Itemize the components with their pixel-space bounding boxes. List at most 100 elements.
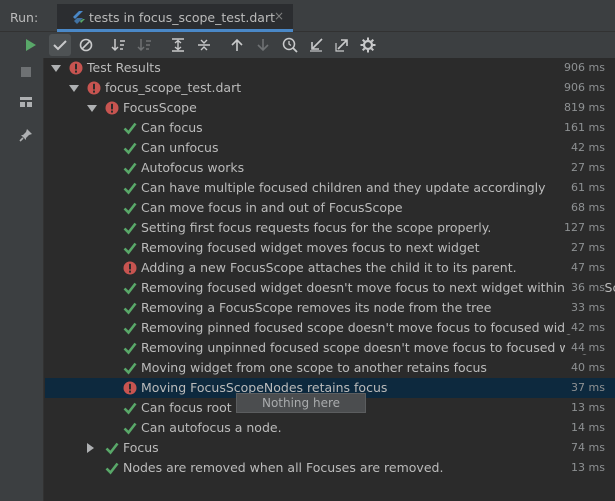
next-failed-button[interactable]	[252, 34, 274, 56]
tree-row[interactable]: Can move focus in and out of FocusScope 6…	[45, 198, 615, 218]
tree-row-label: Moving widget from one scope to another …	[141, 360, 487, 375]
close-icon[interactable]: ×	[274, 9, 284, 23]
passed-check-icon	[123, 161, 137, 175]
tree-row[interactable]: Moving widget from one scope to another …	[45, 358, 615, 378]
passed-check-icon	[123, 281, 137, 295]
tree-row-label: Can autofocus a node.	[141, 420, 282, 435]
tree-row-label: Adding a new FocusScope attaches the chi…	[141, 260, 517, 275]
tree-row-duration: 37 ms	[565, 381, 605, 394]
tree-row[interactable]: focus_scope_test.dart 906 ms	[45, 78, 615, 98]
tree-row[interactable]: Can have multiple focused children and t…	[45, 178, 615, 198]
tree-row-duration: 13 ms	[565, 401, 605, 414]
tree-row-duration: 47 ms	[565, 261, 605, 274]
settings-icon	[360, 37, 376, 53]
next-failed-icon	[257, 39, 269, 52]
tree-row[interactable]: Removing pinned focused scope doesn't mo…	[45, 318, 615, 338]
tree-row-label: Removing focused widget doesn't move foc…	[141, 280, 615, 295]
layout-button[interactable]	[16, 92, 36, 112]
tree-row[interactable]: Removing focused widget moves focus to n…	[45, 238, 615, 258]
tree-row-duration: 44 ms	[565, 341, 605, 354]
export-tests-icon	[335, 39, 348, 52]
tree-row[interactable]: Adding a new FocusScope attaches the chi…	[45, 258, 615, 278]
passed-check-icon	[123, 361, 137, 375]
show-ignored-icon	[79, 38, 93, 52]
tree-row-label: Removing pinned focused scope doesn't mo…	[141, 320, 586, 335]
flutter-test-icon	[71, 10, 85, 29]
history-button[interactable]	[279, 34, 301, 56]
tree-row[interactable]: Removing unpinned focused scope doesn't …	[45, 338, 615, 358]
export-tests-button[interactable]	[331, 34, 353, 56]
test-toolbar	[0, 32, 615, 58]
tree-row-duration: 13 ms	[565, 461, 605, 474]
tree-row-label: FocusScope	[123, 100, 197, 115]
tree-row-label: Removing a FocusScope removes its node f…	[141, 300, 492, 315]
show-ignored-button[interactable]	[75, 34, 97, 56]
tree-row[interactable]: Removing a FocusScope removes its node f…	[45, 298, 615, 318]
tree-row-duration: 42 ms	[565, 141, 605, 154]
stop-button[interactable]	[16, 62, 36, 82]
tree-row-label: Can have multiple focused children and t…	[141, 180, 546, 195]
tree-row-label: Autofocus works	[141, 160, 245, 175]
tree-row[interactable]: Can unfocus 42 ms	[45, 138, 615, 158]
pin-button[interactable]	[16, 125, 36, 145]
passed-check-icon	[105, 441, 119, 455]
tree-row-duration: 27 ms	[565, 161, 605, 174]
tree-row-duration: 906 ms	[558, 81, 605, 94]
import-tests-button[interactable]	[305, 34, 327, 56]
tree-row[interactable]: Setting first focus requests focus for t…	[45, 218, 615, 238]
sort-by-duration-icon	[137, 39, 151, 52]
import-tests-icon	[310, 38, 323, 52]
tree-row[interactable]: Removing focused widget doesn't move foc…	[45, 278, 615, 298]
left-sidebar	[0, 58, 44, 501]
passed-check-icon	[123, 421, 137, 435]
failed-error-icon	[123, 381, 137, 395]
rerun-icon	[26, 39, 36, 51]
tree-row-duration: 74 ms	[565, 441, 605, 454]
tree-row[interactable]: Test Results 906 ms	[45, 58, 615, 78]
collapse-arrow-icon[interactable]	[87, 443, 94, 453]
show-passed-icon	[53, 40, 67, 51]
expand-arrow-icon[interactable]	[69, 85, 79, 92]
test-results-tree: Test Results 906 ms focus_scope_test.dart 9…	[45, 58, 615, 501]
tree-row-duration: 33 ms	[565, 301, 605, 314]
tree-row[interactable]: Can autofocus a node. 14 ms	[45, 418, 615, 438]
tree-row-duration: 906 ms	[558, 61, 605, 74]
tree-row-label: Can unfocus	[141, 140, 219, 155]
sort-by-duration-button[interactable]	[134, 34, 156, 56]
tree-row-duration: 14 ms	[565, 421, 605, 434]
expand-arrow-icon[interactable]	[51, 65, 61, 72]
tree-row-label: Setting first focus requests focus for t…	[141, 220, 492, 235]
tree-row-label: Can move focus in and out of FocusScope	[141, 200, 403, 215]
passed-check-icon	[105, 461, 119, 475]
show-passed-button[interactable]	[49, 34, 71, 56]
run-titlebar: Run: tests in focus_scope_test.dart ×	[0, 4, 615, 32]
tab-tests-in-focus-scope-test[interactable]: tests in focus_scope_test.dart ×	[57, 4, 293, 32]
passed-check-icon	[123, 401, 137, 415]
tree-row-label: Focus	[123, 440, 159, 455]
history-icon	[282, 37, 298, 53]
tree-row-duration: 27 ms	[565, 241, 605, 254]
sort-alphabetically-button[interactable]	[108, 34, 130, 56]
failed-error-icon	[69, 61, 83, 75]
tree-row-duration: 127 ms	[558, 221, 605, 234]
tree-row[interactable]: Can focus 161 ms	[45, 118, 615, 138]
rerun-button[interactable]	[20, 34, 42, 56]
tree-row[interactable]: Focus 74 ms	[45, 438, 615, 458]
tree-row-duration: 36 ms	[565, 281, 605, 294]
pin-icon	[19, 129, 32, 142]
passed-check-icon	[123, 341, 137, 355]
previous-failed-button[interactable]	[226, 34, 248, 56]
tree-row-label: focus_scope_test.dart	[105, 80, 242, 95]
expand-arrow-icon[interactable]	[87, 105, 97, 112]
tree-row[interactable]: FocusScope 819 ms	[45, 98, 615, 118]
tree-row[interactable]: Autofocus works 27 ms	[45, 158, 615, 178]
tree-row[interactable]: Nodes are removed when all Focuses are r…	[45, 458, 615, 478]
passed-check-icon	[123, 241, 137, 255]
expand-all-button[interactable]	[167, 34, 189, 56]
tree-row-label: Can focus	[141, 120, 203, 135]
settings-button[interactable]	[357, 34, 379, 56]
passed-check-icon	[123, 201, 137, 215]
tab-title: tests in focus_scope_test.dart	[89, 10, 275, 25]
collapse-all-button[interactable]	[193, 34, 215, 56]
passed-check-icon	[123, 121, 137, 135]
